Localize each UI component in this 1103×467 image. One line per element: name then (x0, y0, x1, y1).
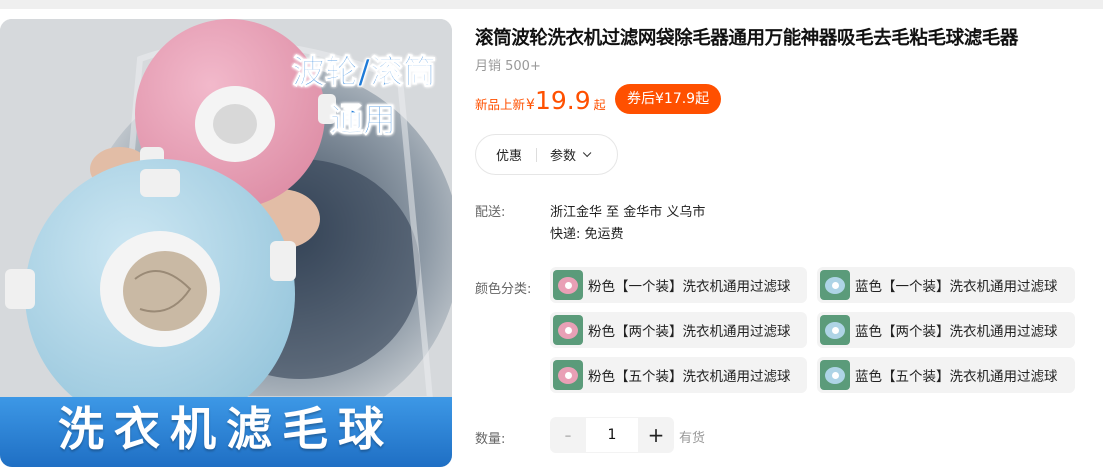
stock-status: 有货 (679, 431, 706, 446)
variant-thumbnail (820, 270, 850, 300)
quantity-stepper: - 1 + (550, 417, 674, 453)
product-main-image[interactable]: 波轮/滚筒 通用 洗衣机滤毛球 (0, 19, 452, 467)
tab-params-label: 参数 (550, 149, 577, 164)
variant-option[interactable]: 蓝色【一个装】洗衣机通用过滤球 (817, 267, 1075, 303)
shipping-route[interactable]: 浙江金华 至 金华市 义乌市 (550, 201, 705, 220)
variant-thumbnail (820, 315, 850, 345)
price-currency: ¥ (526, 97, 535, 113)
variant-thumbnail (820, 360, 850, 390)
tab-params[interactable]: 参数 (550, 145, 592, 164)
variant-thumbnail (553, 315, 583, 345)
variant-option-label: 蓝色【五个装】洗衣机通用过滤球 (855, 369, 1058, 385)
coupon-price-badge[interactable]: 券后¥17.9起 (615, 84, 722, 114)
variant-thumbnail (553, 270, 583, 300)
product-title: 滚筒波轮洗衣机过滤网袋除毛器通用万能神器吸毛去毛粘毛球滤毛器 (475, 28, 1019, 49)
variant-option-label: 粉色【一个装】洗衣机通用过滤球 (588, 279, 791, 295)
variant-option[interactable]: 粉色【一个装】洗衣机通用过滤球 (550, 267, 807, 303)
shipping-label: 配送: (475, 205, 506, 220)
variant-label: 颜色分类: (475, 282, 532, 297)
variant-option[interactable]: 粉色【五个装】洗衣机通用过滤球 (550, 357, 807, 393)
variant-option-label: 蓝色【一个装】洗衣机通用过滤球 (855, 279, 1058, 295)
price-label: 新品上新 (475, 97, 526, 112)
variant-option[interactable]: 粉色【两个装】洗衣机通用过滤球 (550, 312, 807, 348)
tab-divider (536, 147, 538, 162)
quantity-label: 数量: (475, 432, 506, 447)
quantity-increase-button[interactable]: + (638, 417, 674, 453)
monthly-sales: 月销 500+ (475, 59, 541, 74)
variant-option-label: 粉色【五个装】洗衣机通用过滤球 (588, 369, 791, 385)
variant-option-label: 粉色【两个装】洗衣机通用过滤球 (588, 324, 791, 340)
image-banner-text: 洗衣机滤毛球 (58, 402, 394, 456)
variant-option[interactable]: 蓝色【五个装】洗衣机通用过滤球 (817, 357, 1075, 393)
variant-thumbnail (553, 360, 583, 390)
shipping-express: 快递: 免运费 (550, 227, 624, 242)
compat-tag-line1: 波轮/滚筒 (291, 52, 437, 92)
price-row: 新品上新 ¥ 19.9 起 (475, 86, 606, 115)
price-value: 19.9 (534, 86, 591, 115)
chevron-down-icon (582, 148, 592, 157)
top-bar (0, 0, 1103, 9)
tab-discount[interactable]: 优惠 (496, 145, 522, 164)
price-suffix: 起 (593, 98, 606, 112)
compat-tag-line2: 通用 (330, 100, 397, 140)
quantity-input[interactable]: 1 (586, 417, 638, 453)
info-tabs: 优惠 参数 (475, 134, 618, 175)
variant-option-label: 蓝色【两个装】洗衣机通用过滤球 (855, 324, 1058, 340)
variant-option[interactable]: 蓝色【两个装】洗衣机通用过滤球 (817, 312, 1075, 348)
quantity-decrease-button[interactable]: - (550, 417, 586, 453)
